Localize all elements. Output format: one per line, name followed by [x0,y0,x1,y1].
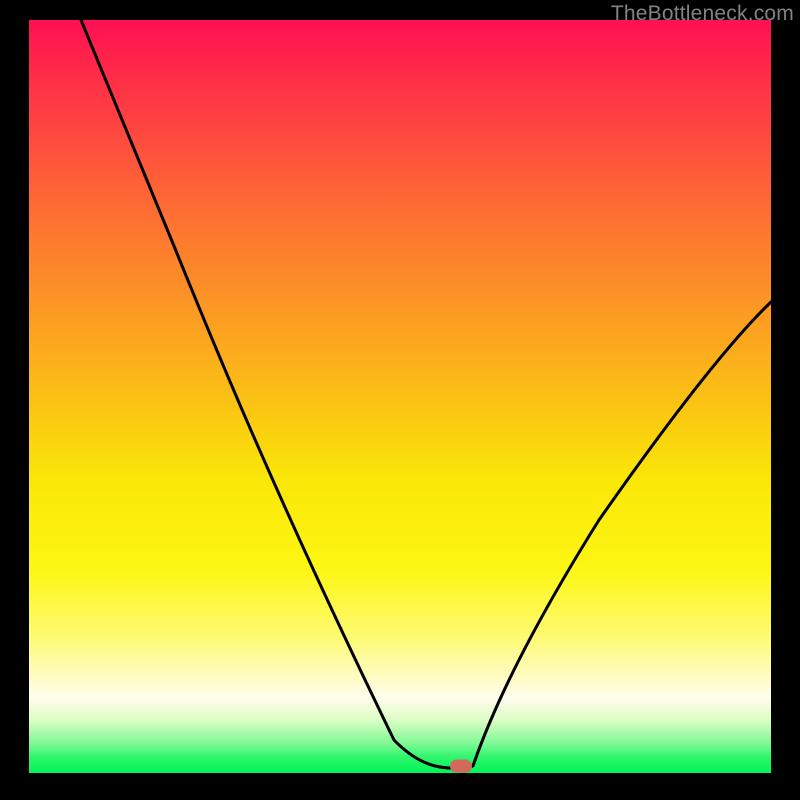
chart-frame: TheBottleneck.com [0,0,800,800]
curve-path [81,20,771,768]
bottleneck-curve [29,20,771,773]
optimal-point-marker [450,760,472,773]
plot-area [29,20,771,773]
watermark-text: TheBottleneck.com [611,2,794,26]
